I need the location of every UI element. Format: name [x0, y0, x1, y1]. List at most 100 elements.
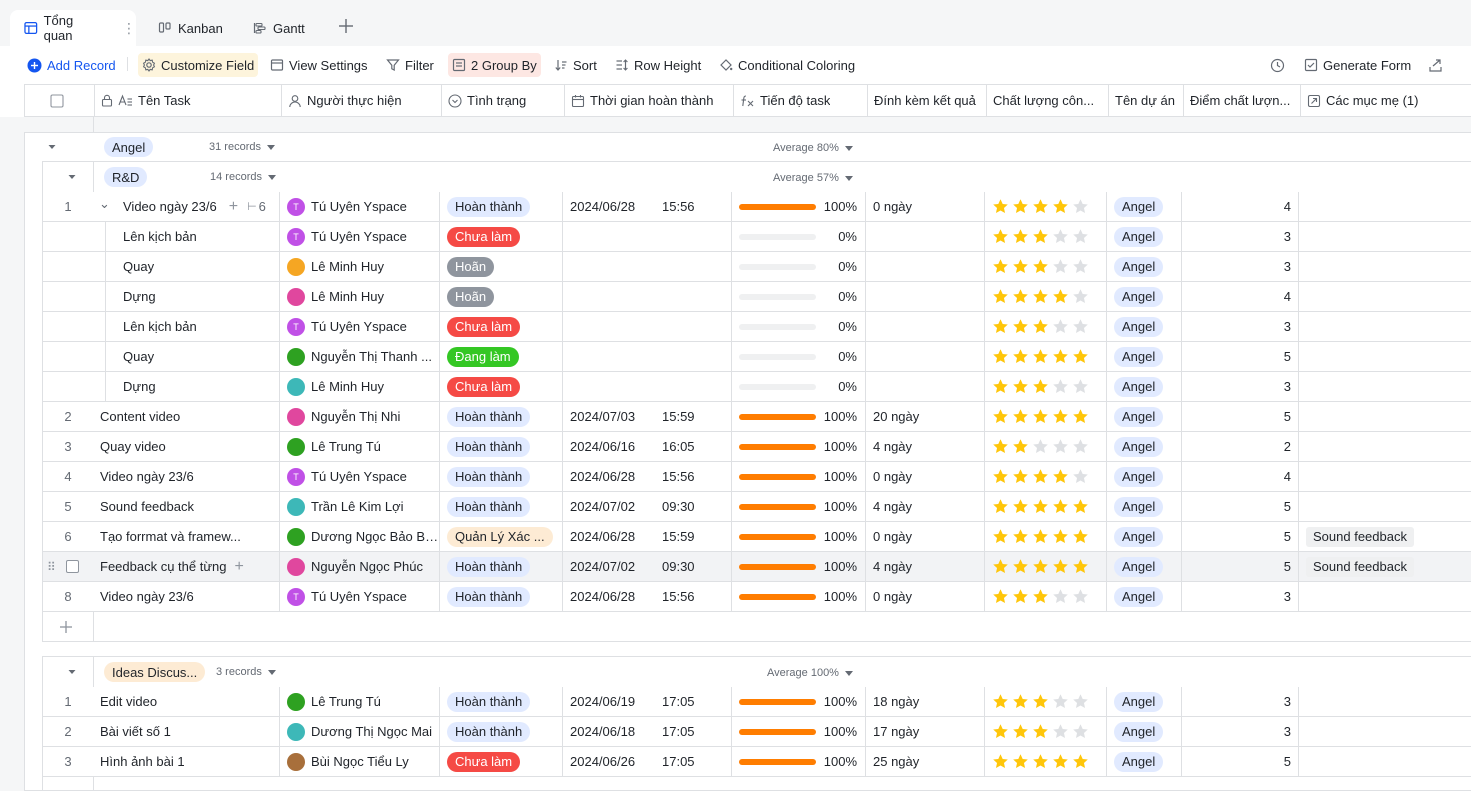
assignee-cell[interactable]: T Tú Uyên Yspace — [280, 192, 440, 221]
star-filled-icon[interactable] — [992, 288, 1009, 305]
score-cell[interactable]: 5 — [1182, 492, 1299, 521]
status-cell[interactable]: Chưa làm — [440, 372, 563, 401]
table-row[interactable]: Lên kịch bản T Tú Uyên Yspace Chưa làm 0% Ang… — [43, 312, 1471, 342]
attachment-cell[interactable]: 25 ngày — [866, 747, 985, 776]
done-time-cell[interactable] — [563, 252, 732, 281]
star-empty-icon[interactable] — [1072, 468, 1089, 485]
done-time-cell[interactable] — [563, 342, 732, 371]
assignee-cell[interactable]: Lê Trung Tú — [280, 687, 440, 716]
view-settings-button[interactable]: View Settings — [266, 53, 372, 77]
star-rating[interactable] — [992, 378, 1092, 395]
score-cell[interactable]: 5 — [1182, 552, 1299, 581]
progress-cell[interactable]: 0% — [732, 252, 866, 281]
done-time-cell[interactable]: 2024/06/18 17:05 — [563, 717, 732, 746]
star-filled-icon[interactable] — [1072, 348, 1089, 365]
star-filled-icon[interactable] — [1032, 198, 1049, 215]
attachment-cell[interactable] — [866, 312, 985, 341]
star-rating[interactable] — [992, 438, 1092, 455]
table-row[interactable]: 6 Tạo forrmat và framew... Dương Ngọc Bảo … — [43, 522, 1471, 552]
assignee-cell[interactable]: Lê Minh Huy — [280, 252, 440, 281]
table-row[interactable]: 2 Content video Nguyễn Thị Nhi Hoàn thành 20… — [43, 402, 1471, 432]
task-cell[interactable]: Lên kịch bản — [93, 312, 280, 341]
star-filled-icon[interactable] — [992, 228, 1009, 245]
table-row[interactable]: 5 Sound feedback Trần Lê Kim Lợi Hoàn thành… — [43, 492, 1471, 522]
done-time-cell[interactable] — [563, 222, 732, 251]
table-row[interactable]: Dựng Lê Minh Huy Chưa làm 0% Angel 3 — [43, 372, 1471, 402]
parent-cell[interactable] — [1299, 717, 1471, 746]
quality-rating-cell[interactable] — [985, 192, 1107, 221]
progress-cell[interactable]: 100% — [732, 192, 866, 221]
status-cell[interactable]: Hoàn thành — [440, 717, 563, 746]
col-header-status[interactable]: Tình trạng — [442, 85, 565, 116]
project-cell[interactable]: Angel — [1107, 462, 1182, 491]
star-filled-icon[interactable] — [1072, 558, 1089, 575]
star-filled-icon[interactable] — [1012, 498, 1029, 515]
star-filled-icon[interactable] — [1012, 348, 1029, 365]
task-cell[interactable]: Lên kịch bản — [93, 222, 280, 251]
star-filled-icon[interactable] — [1012, 258, 1029, 275]
star-filled-icon[interactable] — [992, 318, 1009, 335]
star-rating[interactable] — [992, 468, 1092, 485]
star-empty-icon[interactable] — [1072, 723, 1089, 740]
parent-cell[interactable] — [1299, 432, 1471, 461]
parent-cell[interactable] — [1299, 492, 1471, 521]
progress-cell[interactable]: 0% — [732, 342, 866, 371]
quality-rating-cell[interactable] — [985, 402, 1107, 431]
progress-cell[interactable]: 100% — [732, 522, 866, 551]
star-filled-icon[interactable] — [1032, 318, 1049, 335]
task-cell[interactable]: Quay video — [93, 432, 280, 461]
project-cell[interactable]: Angel — [1107, 192, 1182, 221]
attachment-cell[interactable]: 4 ngày — [866, 492, 985, 521]
parent-cell[interactable] — [1299, 687, 1471, 716]
star-empty-icon[interactable] — [1072, 228, 1089, 245]
assignee-cell[interactable]: T Tú Uyên Yspace — [280, 582, 440, 611]
status-cell[interactable]: Hoàn thành — [440, 552, 563, 581]
star-filled-icon[interactable] — [992, 408, 1009, 425]
star-filled-icon[interactable] — [1052, 468, 1069, 485]
task-cell[interactable]: Dựng — [93, 372, 280, 401]
generate-form-button[interactable]: Generate Form — [1300, 53, 1415, 77]
status-cell[interactable]: Hoàn thành — [440, 492, 563, 521]
star-filled-icon[interactable] — [1072, 528, 1089, 545]
star-rating[interactable] — [992, 498, 1092, 515]
task-cell[interactable]: Dựng — [93, 282, 280, 311]
star-filled-icon[interactable] — [1032, 693, 1049, 710]
star-rating[interactable] — [992, 348, 1092, 365]
status-cell[interactable]: Quản Lý Xác ... — [440, 522, 563, 551]
star-empty-icon[interactable] — [1072, 378, 1089, 395]
star-empty-icon[interactable] — [1052, 318, 1069, 335]
task-cell[interactable]: Feedback cụ thể từng + — [93, 552, 280, 581]
star-filled-icon[interactable] — [1032, 753, 1049, 770]
parent-cell[interactable]: Sound feedback — [1299, 552, 1471, 581]
score-cell[interactable]: 2 — [1182, 432, 1299, 461]
quality-rating-cell[interactable] — [985, 687, 1107, 716]
parent-cell[interactable] — [1299, 402, 1471, 431]
project-cell[interactable]: Angel — [1107, 372, 1182, 401]
parent-cell[interactable] — [1299, 342, 1471, 371]
star-filled-icon[interactable] — [992, 468, 1009, 485]
group-by-button[interactable]: 2 Group By — [448, 53, 541, 77]
assignee-cell[interactable]: Lê Minh Huy — [280, 282, 440, 311]
tab-more-icon[interactable]: ⋮ — [122, 20, 136, 37]
star-rating[interactable] — [992, 318, 1092, 335]
star-filled-icon[interactable] — [992, 378, 1009, 395]
star-filled-icon[interactable] — [992, 693, 1009, 710]
progress-cell[interactable]: 0% — [732, 282, 866, 311]
score-cell[interactable]: 4 — [1182, 462, 1299, 491]
star-filled-icon[interactable] — [1012, 288, 1029, 305]
progress-cell[interactable]: 100% — [732, 432, 866, 461]
star-empty-icon[interactable] — [1072, 258, 1089, 275]
group-record-count[interactable]: 31 records — [209, 141, 275, 153]
done-time-cell[interactable]: 2024/07/03 15:59 — [563, 402, 732, 431]
customize-field-button[interactable]: Customize Field — [138, 53, 259, 77]
quality-rating-cell[interactable] — [985, 312, 1107, 341]
filter-button[interactable]: Filter — [382, 53, 438, 77]
star-empty-icon[interactable] — [1052, 258, 1069, 275]
attachment-cell[interactable] — [866, 342, 985, 371]
project-cell[interactable]: Angel — [1107, 687, 1182, 716]
add-record-button[interactable]: Add Record — [23, 53, 120, 77]
done-time-cell[interactable]: 2024/06/28 15:56 — [563, 462, 732, 491]
done-time-cell[interactable]: 2024/07/02 09:30 — [563, 492, 732, 521]
attachment-cell[interactable] — [866, 252, 985, 281]
star-empty-icon[interactable] — [1072, 693, 1089, 710]
